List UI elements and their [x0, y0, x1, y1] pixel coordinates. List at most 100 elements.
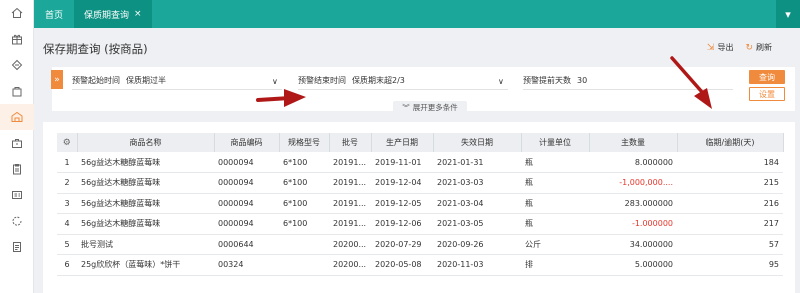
warn-start-value: 保质期过半 [126, 75, 166, 85]
expand-filter-icon[interactable]: » [51, 70, 63, 89]
table-row[interactable]: 5 批号测试 0000644 20200... 2020-07-29 2020-09-26… [57, 234, 783, 255]
side-nav-rail [0, 0, 34, 293]
cell-exp: 2021-01-31 [433, 152, 521, 173]
cell-idx: 1 [57, 152, 77, 173]
table-row[interactable]: 6 25g欣欣杯（蓝莓味）*饼干 00324 20200... 2020-05-08 20… [57, 254, 783, 276]
results-table: ⚙ 商品名称 商品编码 规格型号 批号 生产日期 失效日期 计量单位 主数量 临… [57, 133, 784, 276]
cell-qty: -1,000,000.... [589, 172, 677, 194]
expand-more-label: 展开更多条件 [412, 102, 458, 112]
close-icon[interactable]: × [134, 9, 142, 19]
warn-start-label: 预警起始时间 [72, 75, 120, 85]
cell-days: 184 [677, 152, 783, 173]
column-header[interactable]: 临期/逾期(天) [677, 133, 784, 152]
warn-end-underline [298, 89, 508, 90]
table-row[interactable]: 1 56g益达木糖醇蓝莓味 0000094 6*100 20191... 2019-11-… [57, 152, 783, 173]
warehouse-icon[interactable] [0, 104, 34, 130]
page-title: 保存期查询 (按商品) [43, 42, 148, 56]
export-icon: ⇲ [706, 42, 715, 53]
document-icon[interactable] [0, 234, 34, 260]
tab-home-label: 首页 [44, 10, 63, 21]
cell-name: 56g益达木糖醇蓝莓味 [77, 193, 214, 214]
cell-prod: 2020-05-08 [371, 254, 433, 276]
cell-idx: 2 [57, 172, 77, 194]
cell-name: 56g益达木糖醇蓝莓味 [77, 172, 214, 194]
double-chevron-down-icon: ︾ [402, 102, 410, 112]
warn-start-underline [72, 89, 282, 90]
chevron-down-icon[interactable]: ∨ [272, 73, 278, 89]
cell-spec: 6*100 [279, 152, 329, 173]
cell-prod: 2019-12-05 [371, 193, 433, 214]
refresh-cycle-icon[interactable] [0, 208, 34, 234]
table-row[interactable]: 2 56g益达木糖醇蓝莓味 0000094 6*100 20191... 2019-12-… [57, 172, 783, 194]
cell-batch: 20191... [329, 172, 371, 194]
cell-spec: 6*100 [279, 193, 329, 214]
cell-qty: 283.000000 [589, 193, 677, 214]
cell-exp: 2020-09-26 [433, 234, 521, 255]
refresh-button[interactable]: ↻ 刷新 [745, 42, 772, 53]
bag-icon[interactable] [0, 78, 34, 104]
warn-start-field[interactable]: 预警起始时间 保质期过半 [72, 72, 166, 88]
briefcase-icon[interactable] [0, 130, 34, 156]
cell-idx: 5 [57, 234, 77, 255]
cell-qty: 5.000000 [589, 254, 677, 276]
cell-name: 56g益达木糖醇蓝莓味 [77, 213, 214, 235]
column-header[interactable]: 主数量 [589, 133, 678, 152]
query-button[interactable]: 查询 [749, 70, 785, 84]
column-settings[interactable]: ⚙ [57, 133, 78, 152]
export-button[interactable]: ⇲ 导出 [707, 42, 734, 53]
cell-name: 25g欣欣杯（蓝莓味）*饼干 [77, 254, 214, 276]
cell-spec: 6*100 [279, 172, 329, 194]
top-tab-bar: 首页 保质期查询 × ▾ [34, 0, 800, 28]
cell-idx: 6 [57, 254, 77, 276]
home-icon[interactable] [0, 0, 34, 26]
warn-days-underline [523, 89, 733, 90]
diamond-icon[interactable] [0, 52, 34, 78]
chevron-down-icon[interactable]: ∨ [498, 73, 504, 89]
column-header[interactable]: 规格型号 [279, 133, 330, 152]
cell-name: 56g益达木糖醇蓝莓味 [77, 152, 214, 173]
cell-code: 0000094 [214, 152, 279, 173]
table-row[interactable]: 4 56g益达木糖醇蓝莓味 0000094 6*100 20191... 2019-12-… [57, 213, 783, 235]
cell-batch: 20191... [329, 213, 371, 235]
cell-unit: 瓶 [521, 172, 589, 194]
cell-days: 216 [677, 193, 783, 214]
column-header[interactable]: 生产日期 [371, 133, 434, 152]
cell-unit: 排 [521, 254, 589, 276]
cell-qty: 8.000000 [589, 152, 677, 173]
gift-icon[interactable] [0, 26, 34, 52]
column-header[interactable]: 商品名称 [77, 133, 215, 152]
warn-end-field[interactable]: 预警结束时间 保质期末超2/3 [298, 72, 405, 88]
tab-shelf-life-label: 保质期查询 [84, 10, 130, 21]
cell-days: 95 [677, 254, 783, 276]
column-header[interactable]: 批号 [329, 133, 372, 152]
tab-shelf-life-query[interactable]: 保质期查询 × [74, 0, 152, 28]
cell-code: 00324 [214, 254, 279, 276]
id-card-icon[interactable] [0, 182, 34, 208]
cell-code: 0000094 [214, 213, 279, 235]
chevron-down-icon[interactable]: ▾ [776, 0, 800, 28]
cell-idx: 4 [57, 213, 77, 235]
cell-unit: 瓶 [521, 193, 589, 214]
cell-spec: 6*100 [279, 213, 329, 235]
cell-unit: 瓶 [521, 152, 589, 173]
settings-button[interactable]: 设置 [749, 87, 785, 101]
cell-spec [279, 254, 329, 276]
column-header[interactable]: 失效日期 [433, 133, 522, 152]
cell-code: 0000094 [214, 172, 279, 194]
cell-unit: 公斤 [521, 234, 589, 255]
warn-end-value: 保质期末超2/3 [352, 75, 405, 85]
table-row[interactable]: 3 56g益达木糖醇蓝莓味 0000094 6*100 20191... 2019-12-… [57, 193, 783, 214]
cell-days: 217 [677, 213, 783, 235]
clipboard-icon[interactable] [0, 156, 34, 182]
cell-batch: 20200... [329, 254, 371, 276]
cell-exp: 2021-03-05 [433, 213, 521, 235]
cell-unit: 瓶 [521, 213, 589, 235]
column-header[interactable]: 计量单位 [521, 133, 590, 152]
tab-home[interactable]: 首页 [34, 0, 74, 28]
column-header[interactable]: 商品编码 [214, 133, 280, 152]
expand-more-button[interactable]: ︾ 展开更多条件 [393, 101, 467, 113]
warn-days-label: 预警提前天数 [523, 75, 571, 85]
warn-days-field[interactable]: 预警提前天数 30 [523, 72, 587, 88]
refresh-label: 刷新 [756, 43, 772, 52]
cell-qty: 34.000000 [589, 234, 677, 255]
